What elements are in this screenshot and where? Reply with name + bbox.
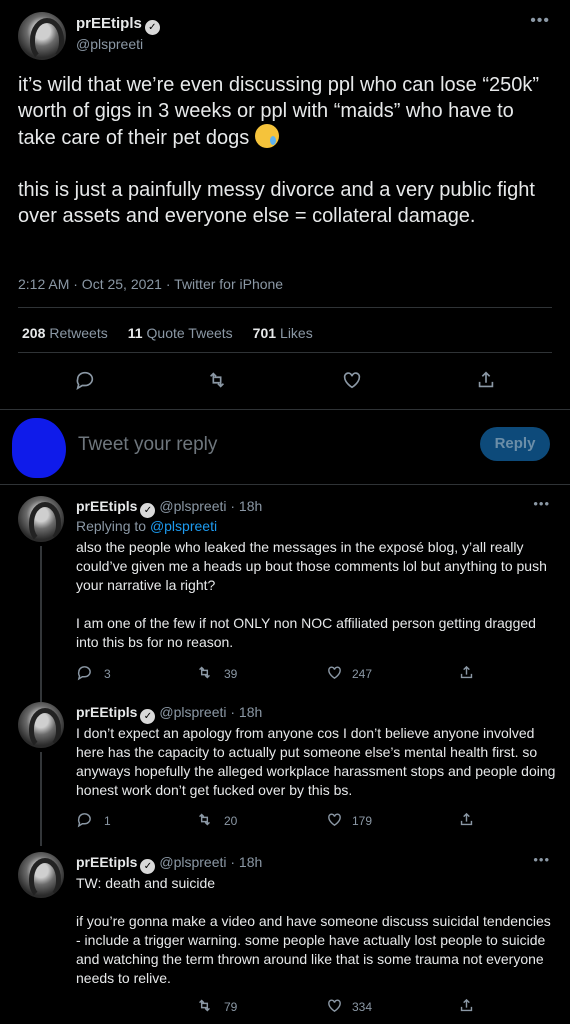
likes-count: 701 xyxy=(252,325,277,341)
reply-tweet[interactable]: prEEtipls ✓ @plspreeti · 18h I don’t expe… xyxy=(0,696,570,846)
avatar[interactable] xyxy=(18,12,66,60)
verified-badge-icon: ✓ xyxy=(140,503,156,518)
thread-line xyxy=(40,546,42,696)
main-tweet: prEEtipls ✓ @plspreeti ••• it’s wild that… xyxy=(0,0,570,410)
quote-tweets-count: 11 xyxy=(127,325,143,341)
retweet-icon[interactable] xyxy=(196,811,213,831)
like-count: 247 xyxy=(352,667,373,681)
verified-badge-icon: ✓ xyxy=(144,20,160,35)
avatar[interactable] xyxy=(18,496,64,542)
reply-count: 1 xyxy=(104,814,111,828)
reply-icon[interactable] xyxy=(74,369,96,394)
replying-to: Replying to @plspreeti xyxy=(76,518,217,534)
display-name[interactable]: prEEtipls xyxy=(76,498,137,514)
heart-icon[interactable] xyxy=(326,997,343,1017)
reply-icon[interactable] xyxy=(76,664,93,684)
quote-tweets-label: Quote Tweets xyxy=(146,325,233,341)
reply-text: also the people who leaked the messages … xyxy=(76,539,547,650)
more-icon[interactable]: ••• xyxy=(533,496,550,511)
reply-header: prEEtipls ✓ @plspreeti · 18h xyxy=(76,704,262,724)
reply-header: prEEtipls ✓ @plspreeti · 18h xyxy=(76,498,262,518)
handle[interactable]: @plspreeti xyxy=(76,36,143,52)
avatar xyxy=(12,418,66,478)
more-icon[interactable]: ••• xyxy=(530,12,550,30)
more-icon[interactable]: ••• xyxy=(533,852,550,867)
tweet-stats: 208 Retweets 11 Quote Tweets 701 Likes xyxy=(22,325,313,341)
handle[interactable]: @plspreeti · 18h xyxy=(159,704,262,720)
reply-button[interactable]: Reply xyxy=(480,427,550,461)
likes-stat[interactable]: 701 Likes xyxy=(253,325,313,341)
share-icon[interactable] xyxy=(458,664,475,684)
retweet-icon[interactable] xyxy=(196,997,213,1017)
tweet-timestamp[interactable]: 2:12 AM · Oct 25, 2021 · Twitter for iPh… xyxy=(18,276,283,292)
retweet-icon[interactable] xyxy=(196,664,213,684)
verified-badge-icon: ✓ xyxy=(140,709,156,724)
display-name[interactable]: prEEtipls xyxy=(76,854,137,870)
like-count: 179 xyxy=(352,814,373,828)
reply-tweet[interactable]: prEEtipls ✓ @plspreeti · 18h ••• Replying… xyxy=(0,486,570,696)
reply-actions: 1 20 179 xyxy=(76,811,476,831)
tweet-actions xyxy=(0,365,570,395)
reply-actions: 79 334 xyxy=(76,997,476,1017)
like-count: 334 xyxy=(352,1000,373,1014)
display-name[interactable]: prEEtipls xyxy=(76,15,142,32)
likes-label: Likes xyxy=(280,325,313,341)
tweet-text: it’s wild that we’re even discussing ppl… xyxy=(18,72,548,229)
retweets-count: 208 xyxy=(22,325,46,341)
replying-to-label: Replying to xyxy=(76,518,150,534)
thread-line xyxy=(40,752,42,846)
avatar[interactable] xyxy=(18,702,64,748)
handle[interactable]: @plspreeti · 18h xyxy=(159,854,262,870)
reply-composer: Tweet your reply Reply xyxy=(0,410,570,485)
share-icon[interactable] xyxy=(458,997,475,1017)
heart-icon[interactable] xyxy=(326,811,343,831)
avatar[interactable] xyxy=(18,852,64,898)
tweet-text-part1: it’s wild that we’re even discussing ppl… xyxy=(18,74,545,149)
tweet-text-part2: this is just a painfully messy divorce a… xyxy=(18,179,541,227)
author-header: prEEtipls ✓ xyxy=(76,15,160,35)
reply-text: I don’t expect an apology from anyone co… xyxy=(76,725,560,798)
heart-icon[interactable] xyxy=(341,369,363,394)
reply-count: 3 xyxy=(104,667,111,681)
reply-actions: 3 39 247 xyxy=(76,664,476,684)
smiling-face-with-tear-emoji xyxy=(254,124,279,148)
heart-icon[interactable] xyxy=(326,664,343,684)
reply-text: TW: death and suicide if you’re gonna ma… xyxy=(76,875,551,986)
retweet-icon[interactable] xyxy=(206,369,228,394)
share-icon[interactable] xyxy=(458,811,475,831)
reply-header: prEEtipls ✓ @plspreeti · 18h xyxy=(76,854,262,874)
divider xyxy=(18,352,552,353)
retweet-count: 20 xyxy=(224,814,238,828)
retweets-stat[interactable]: 208 Retweets xyxy=(22,325,108,341)
quote-tweets-stat[interactable]: 11 Quote Tweets xyxy=(128,325,233,341)
reply-input[interactable]: Tweet your reply xyxy=(78,434,217,456)
retweet-count: 39 xyxy=(224,667,238,681)
share-icon[interactable] xyxy=(475,369,497,394)
retweet-count: 79 xyxy=(224,1000,238,1014)
divider xyxy=(18,307,552,308)
display-name[interactable]: prEEtipls xyxy=(76,704,137,720)
reply-tweet[interactable]: prEEtipls ✓ @plspreeti · 18h ••• TW: deat… xyxy=(0,846,570,1024)
verified-badge-icon: ✓ xyxy=(140,859,156,874)
replying-to-link[interactable]: @plspreeti xyxy=(150,518,217,534)
reply-icon[interactable] xyxy=(76,811,93,831)
handle[interactable]: @plspreeti · 18h xyxy=(159,498,262,514)
retweets-label: Retweets xyxy=(49,325,108,341)
